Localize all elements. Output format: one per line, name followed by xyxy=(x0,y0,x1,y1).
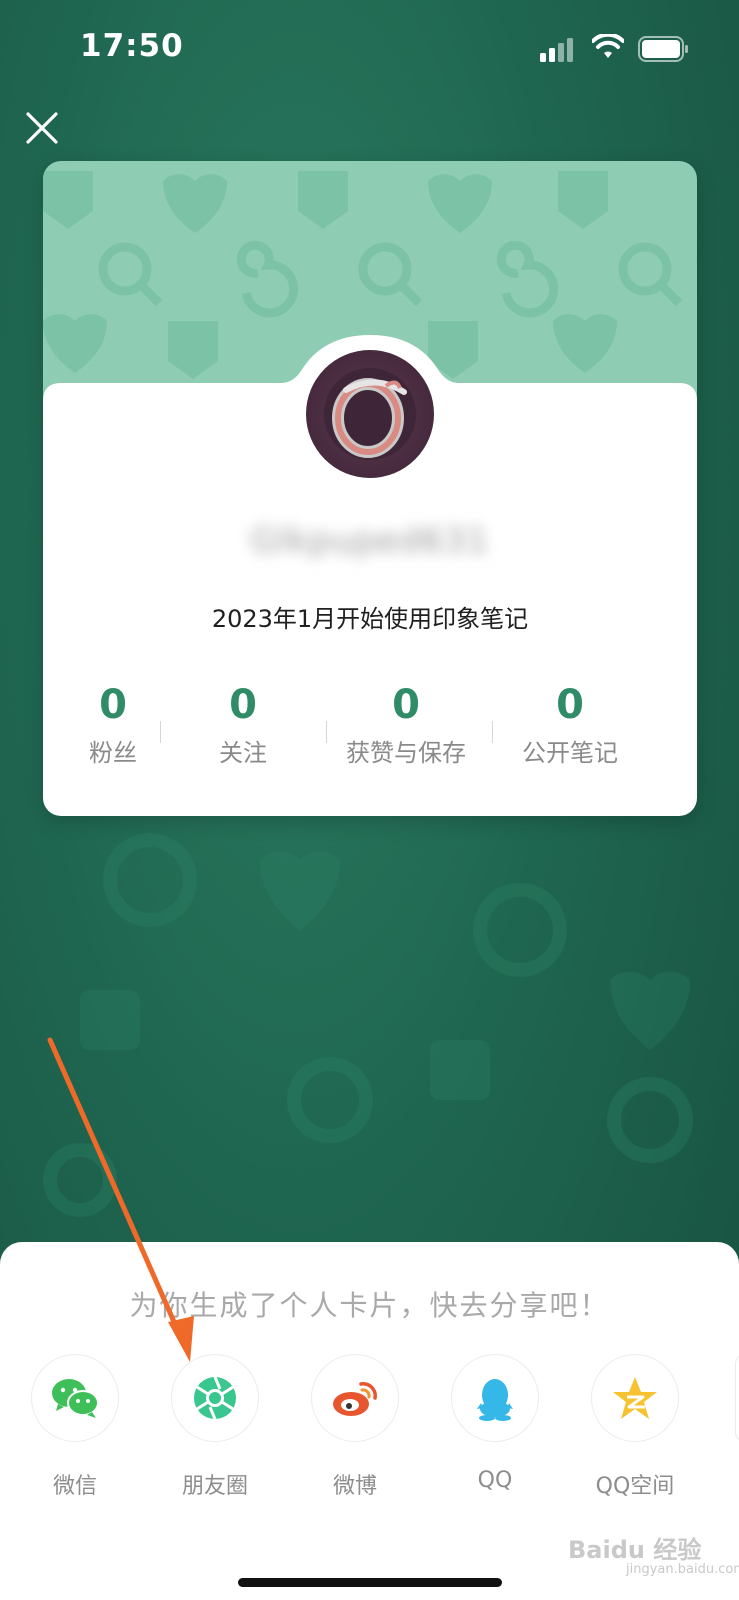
stat-fans-value: 0 xyxy=(99,682,127,728)
battery-icon xyxy=(638,36,688,62)
status-bar: 17:50 xyxy=(0,0,739,100)
stat-following-label: 关注 xyxy=(219,739,267,767)
status-time: 17:50 xyxy=(80,28,184,64)
stat-likes-saves-label: 获赞与保存 xyxy=(346,739,466,767)
stat-following-value: 0 xyxy=(229,682,257,728)
stat-public-notes[interactable]: 0 公开笔记 xyxy=(505,681,635,768)
share-qzone-button[interactable]: QQ空间 xyxy=(585,1354,685,1500)
wifi-icon xyxy=(592,34,624,58)
weibo-icon xyxy=(333,1382,377,1416)
stat-public-notes-label: 公开笔记 xyxy=(522,739,618,767)
stat-public-notes-value: 0 xyxy=(556,682,584,728)
share-sheet-title: 为你生成了个人卡片，快去分享吧！ xyxy=(129,1289,610,1322)
stat-following[interactable]: 0 关注 xyxy=(193,681,293,768)
member-since-text: 2023年1月开始使用印象笔记 xyxy=(211,605,529,633)
share-weibo-label: 微博 xyxy=(332,1474,377,1499)
stat-likes-saves[interactable]: 0 获赞与保存 xyxy=(331,681,481,768)
watermark-url: jingyan.baidu.com xyxy=(626,1562,739,1577)
stat-fans[interactable]: 0 粉丝 xyxy=(63,681,163,768)
share-wechat-label: 微信 xyxy=(52,1474,97,1499)
share-qq-button[interactable]: QQ xyxy=(445,1354,545,1493)
avatar-logo-icon xyxy=(324,368,416,460)
share-wechat-button[interactable]: 微信 xyxy=(25,1354,125,1500)
moments-icon xyxy=(194,1376,236,1420)
wechat-icon xyxy=(52,1379,99,1418)
qq-icon xyxy=(477,1379,513,1421)
username: Glkpuped631 xyxy=(250,521,490,561)
close-icon[interactable] xyxy=(22,108,62,148)
qzone-icon xyxy=(613,1377,657,1419)
share-moments-button[interactable]: 朋友圈 xyxy=(165,1354,265,1500)
share-moments-label: 朋友圈 xyxy=(181,1474,248,1499)
stat-divider xyxy=(326,721,327,743)
stat-divider xyxy=(160,721,161,743)
profile-card: Glkpuped631 2023年1月开始使用印象笔记 0 粉丝 0 关注 0 … xyxy=(43,161,697,816)
stat-divider xyxy=(492,721,493,743)
stat-likes-saves-value: 0 xyxy=(392,682,420,728)
avatar xyxy=(306,350,434,478)
share-weibo-button[interactable]: 微博 xyxy=(305,1354,405,1500)
share-more-partial[interactable] xyxy=(735,1354,739,1442)
signal-icon xyxy=(540,38,573,62)
share-qq-label: QQ xyxy=(477,1468,513,1493)
home-indicator[interactable] xyxy=(238,1578,502,1587)
share-qzone-label: QQ空间 xyxy=(595,1474,675,1499)
stat-fans-label: 粉丝 xyxy=(89,739,137,767)
watermark-logo: Baidu 经验 xyxy=(568,1536,702,1564)
